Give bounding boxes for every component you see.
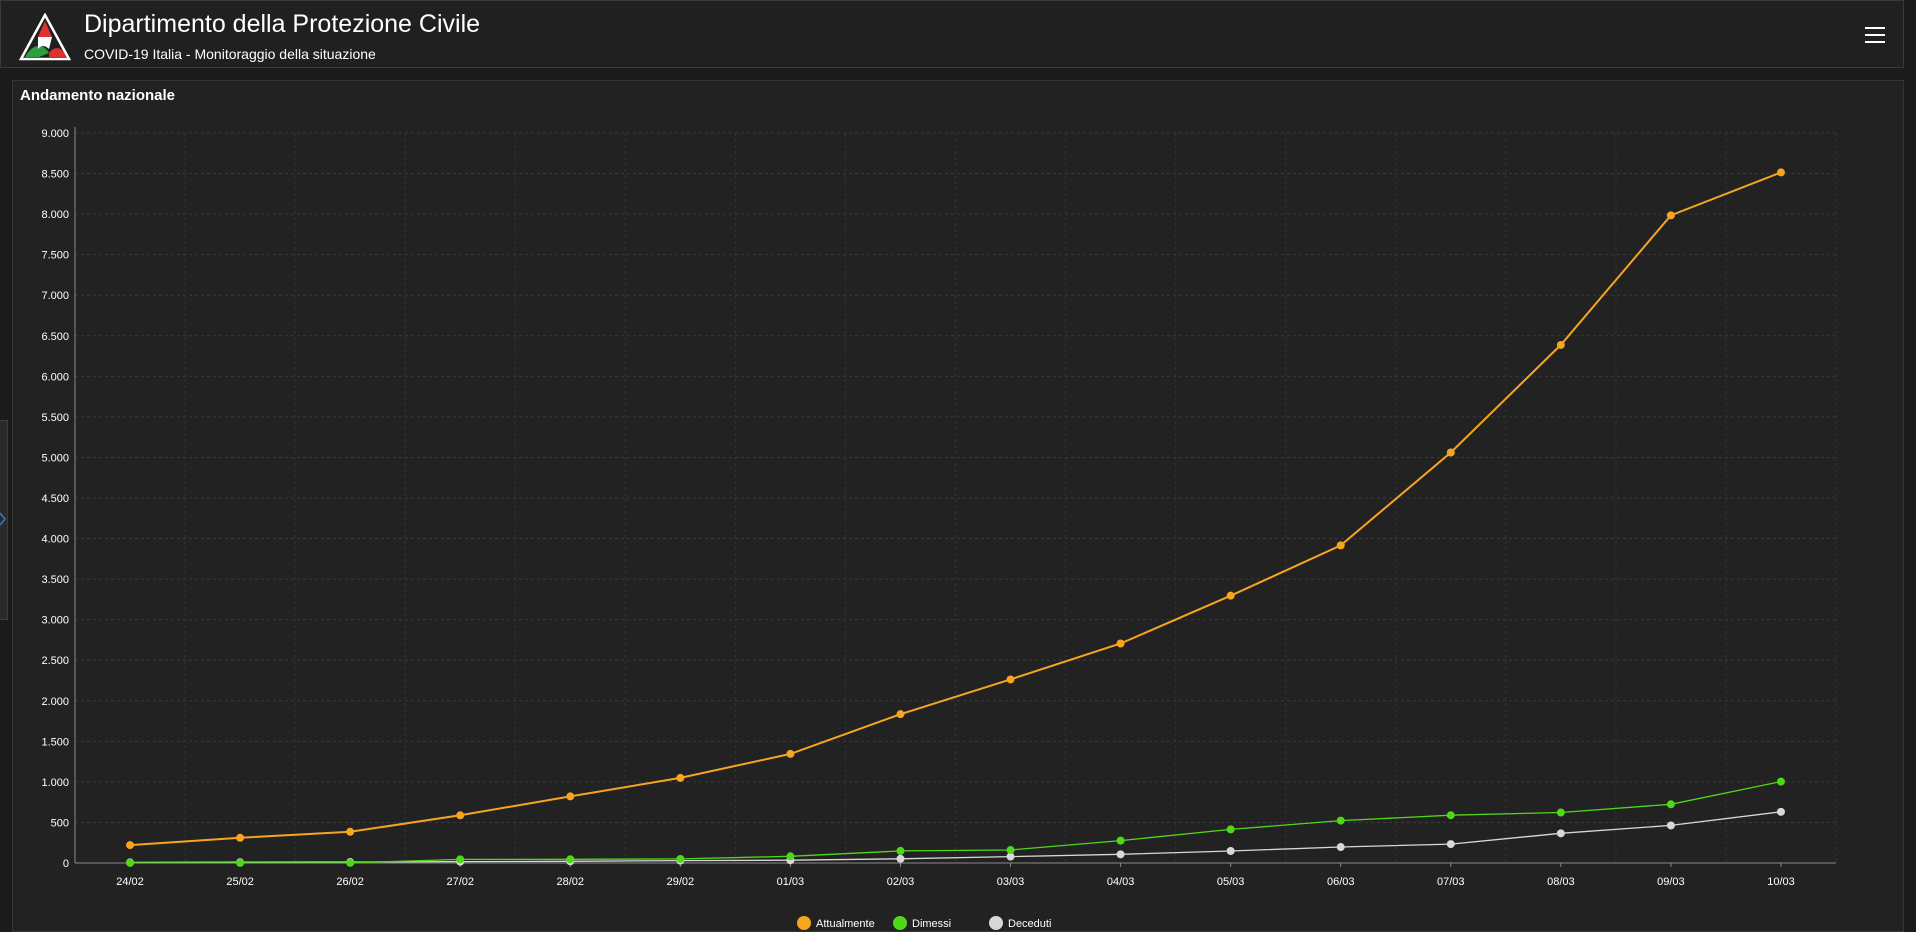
data-point-deceduti xyxy=(896,854,905,863)
y-tick-label: 1.000 xyxy=(41,777,69,789)
data-point-deceduti xyxy=(1226,846,1235,855)
data-point-attualmente xyxy=(1336,541,1345,550)
y-tick-label: 4.500 xyxy=(41,493,69,505)
data-point-attualmente xyxy=(346,827,355,836)
y-tick-label: 2.000 xyxy=(41,696,69,708)
y-tick-label: 5.500 xyxy=(41,412,69,424)
data-point-dimessi xyxy=(1116,836,1125,845)
data-point-deceduti xyxy=(1446,840,1455,849)
data-point-attualmente xyxy=(1776,168,1785,177)
protezione-civile-logo-icon xyxy=(19,13,71,61)
x-tick-label: 05/03 xyxy=(1217,876,1245,888)
y-tick-label: 500 xyxy=(51,817,69,829)
x-tick-label: 06/03 xyxy=(1327,876,1355,888)
y-tick-label: 7.500 xyxy=(41,250,69,262)
x-tick-label: 03/03 xyxy=(997,876,1025,888)
x-tick-label: 25/02 xyxy=(226,876,254,888)
data-point-dimessi xyxy=(236,858,245,867)
y-tick-label: 8.000 xyxy=(41,209,69,221)
app-title: Dipartimento della Protezione Civile xyxy=(84,10,481,38)
data-point-attualmente xyxy=(676,773,685,782)
data-point-attualmente xyxy=(786,749,795,758)
y-tick-label: 3.500 xyxy=(41,574,69,586)
legend-marker-dimessi xyxy=(893,916,907,930)
y-tick-label: 0 xyxy=(63,858,69,870)
hamburger-menu-icon[interactable] xyxy=(1865,27,1885,43)
line-chart: 0 500 1.000 1.500 2.000 2.500 3.000 3.500 4.000 4… xyxy=(41,127,1837,930)
data-point-deceduti xyxy=(1666,821,1675,830)
legend-marker-deceduti xyxy=(989,916,1003,930)
x-tick-label: 04/03 xyxy=(1107,876,1135,888)
data-point-attualmente xyxy=(1666,211,1675,220)
data-point-dimessi xyxy=(896,846,905,855)
data-point-dimessi xyxy=(1446,811,1455,820)
data-point-dimessi xyxy=(346,858,355,867)
legend-marker-attualmente xyxy=(797,916,811,930)
data-point-dimessi xyxy=(1666,800,1675,809)
x-tick-label: 28/02 xyxy=(557,876,585,888)
x-tick-label: 08/03 xyxy=(1547,876,1575,888)
data-point-dimessi xyxy=(566,855,575,864)
y-tick-label: 7.000 xyxy=(41,290,69,302)
chevron-right-icon[interactable] xyxy=(0,511,8,527)
data-point-deceduti xyxy=(1556,829,1565,838)
legend-label-dimessi: Dimessi xyxy=(912,918,951,930)
data-point-dimessi xyxy=(1776,777,1785,786)
y-tick-label: 6.000 xyxy=(41,371,69,383)
y-tick-label: 9.000 xyxy=(41,128,69,140)
x-tick-label: 09/03 xyxy=(1657,876,1685,888)
app-subtitle: COVID-19 Italia - Monitoraggio della sit… xyxy=(84,46,376,62)
chart-panel: Andamento nazionale 0 500 1.000 1.500 2.000 2… xyxy=(12,80,1904,932)
x-tick-label: 07/03 xyxy=(1437,876,1465,888)
data-point-dimessi xyxy=(126,858,135,867)
x-tick-label: 02/03 xyxy=(887,876,915,888)
y-tick-label: 3.000 xyxy=(41,615,69,627)
y-tick-label: 1.500 xyxy=(41,736,69,748)
data-point-dimessi xyxy=(1556,808,1565,817)
data-point-deceduti xyxy=(1116,850,1125,859)
y-tick-label: 4.000 xyxy=(41,534,69,546)
app-header: Dipartimento della Protezione Civile COV… xyxy=(0,0,1904,68)
x-tick-label: 27/02 xyxy=(446,876,474,888)
y-tick-label: 5.000 xyxy=(41,452,69,464)
data-point-dimessi xyxy=(786,852,795,861)
data-point-attualmente xyxy=(1446,448,1455,457)
data-point-attualmente xyxy=(1006,675,1015,684)
data-point-attualmente xyxy=(126,841,135,850)
y-tick-label: 6.500 xyxy=(41,331,69,343)
data-point-attualmente xyxy=(1226,591,1235,600)
data-point-attualmente xyxy=(896,710,905,719)
x-tick-label: 26/02 xyxy=(336,876,364,888)
data-point-attualmente xyxy=(1556,340,1565,349)
data-point-dimessi xyxy=(1336,816,1345,825)
data-point-dimessi xyxy=(1226,825,1235,834)
x-tick-label: 01/03 xyxy=(777,876,805,888)
data-point-dimessi xyxy=(676,854,685,863)
data-point-attualmente xyxy=(456,811,465,820)
data-point-attualmente xyxy=(236,833,245,842)
x-tick-label: 10/03 xyxy=(1767,876,1795,888)
legend-label-attualmente: Attualmente xyxy=(816,918,875,930)
data-point-attualmente xyxy=(566,792,575,801)
data-point-dimessi xyxy=(456,855,465,864)
x-tick-label: 24/02 xyxy=(116,876,144,888)
y-tick-label: 2.500 xyxy=(41,655,69,667)
data-point-attualmente xyxy=(1116,639,1125,648)
data-point-deceduti xyxy=(1336,843,1345,852)
data-point-dimessi xyxy=(1006,846,1015,855)
x-tick-label: 29/02 xyxy=(667,876,695,888)
y-tick-label: 8.500 xyxy=(41,169,69,181)
legend-label-deceduti: Deceduti xyxy=(1008,918,1051,930)
data-point-deceduti xyxy=(1776,807,1785,816)
